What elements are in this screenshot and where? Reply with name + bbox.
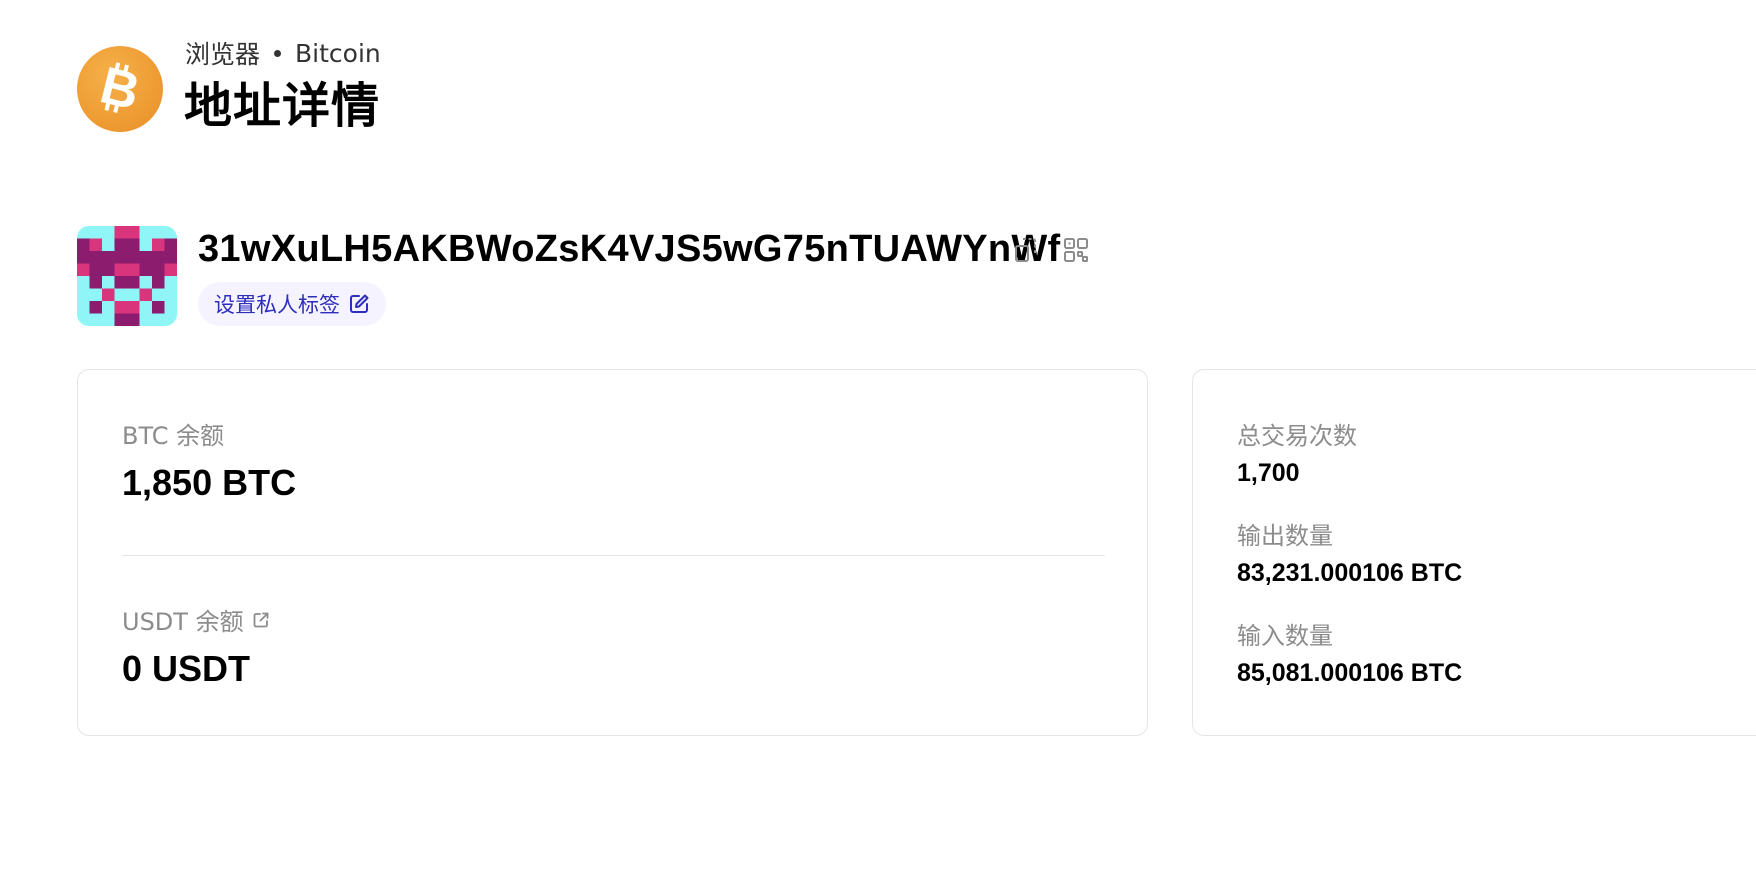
bitcoin-icon: B <box>77 46 163 132</box>
stats-card: 总交易次数 1,700 输出数量 83,231.000106 BTC 输入数量 … <box>1192 369 1756 736</box>
input-amount-value: 85,081.000106 BTC <box>1237 659 1463 687</box>
tx-count-label: 总交易次数 <box>1237 416 1357 451</box>
usdt-balance-value: 0 USDT <box>122 648 251 689</box>
btc-balance-value: 1,850 BTC <box>122 462 297 503</box>
output-amount-value: 83,231.000106 BTC <box>1237 559 1463 587</box>
btc-balance-label-text: BTC 余额 <box>122 422 225 450</box>
balance-divider <box>122 555 1105 556</box>
copy-address-button[interactable] <box>1010 234 1042 266</box>
balance-card: BTC 余额 1,850 BTC USDT 余额 0 USDT <box>77 369 1148 736</box>
page-title: 地址详情 <box>184 78 381 134</box>
tx-count-value: 1,700 <box>1237 459 1300 487</box>
external-link-icon[interactable] <box>252 611 270 629</box>
svg-text:B: B <box>95 60 145 118</box>
edit-icon <box>348 293 370 315</box>
address-detail-page: B 浏览器 Bitcoin 地址详情 31wXuLH5AKBWoZsK4VJS5… <box>0 0 1756 896</box>
qr-code-icon <box>1062 236 1090 264</box>
address-value: 31wXuLH5AKBWoZsK4VJS5wG75nTUAWYnWf <box>198 228 1061 270</box>
breadcrumb: 浏览器 Bitcoin <box>185 35 381 71</box>
breadcrumb-explorer[interactable]: 浏览器 <box>185 35 260 71</box>
breadcrumb-chain[interactable]: Bitcoin <box>295 39 381 68</box>
usdt-balance-label-text: USDT 余额 <box>122 608 244 636</box>
input-amount-label-text: 输入数量 <box>1237 622 1333 650</box>
output-amount-label-text: 输出数量 <box>1237 522 1333 550</box>
usdt-balance-label: USDT 余额 <box>122 602 270 637</box>
output-amount-label: 输出数量 <box>1237 516 1333 551</box>
qr-code-button[interactable] <box>1060 234 1092 266</box>
copy-icon <box>1013 236 1039 264</box>
address-avatar <box>77 226 177 326</box>
breadcrumb-separator <box>274 49 282 57</box>
btc-balance-label: BTC 余额 <box>122 416 224 451</box>
input-amount-label: 输入数量 <box>1237 616 1333 651</box>
tx-count-label-text: 总交易次数 <box>1237 422 1357 450</box>
set-private-tag-label: 设置私人标签 <box>214 293 340 317</box>
set-private-tag-button[interactable]: 设置私人标签 <box>198 282 386 326</box>
